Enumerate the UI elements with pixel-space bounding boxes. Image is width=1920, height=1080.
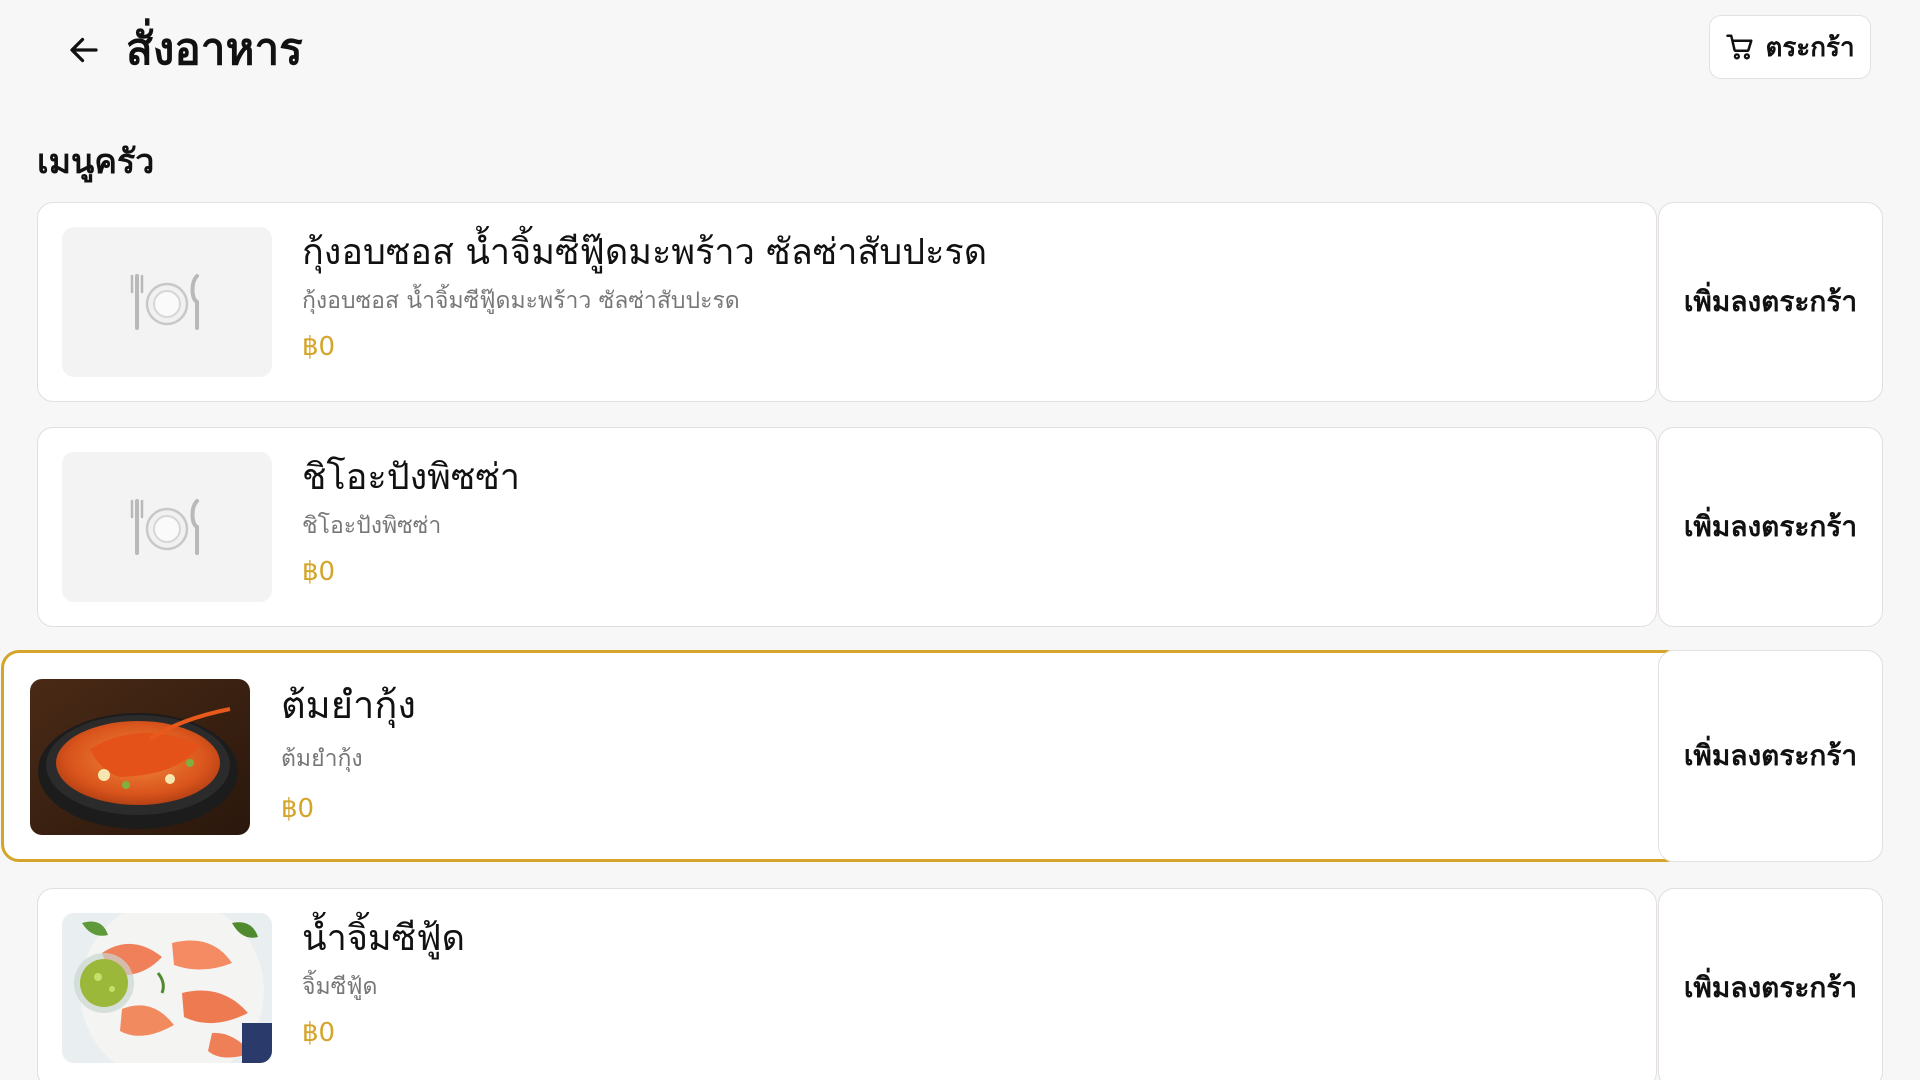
add-to-cart-button[interactable]: เพิ่มลงตระกร้า: [1658, 427, 1883, 627]
item-price: ฿0: [302, 332, 336, 362]
add-to-cart-button[interactable]: เพิ่มลงตระกร้า: [1658, 888, 1883, 1080]
item-description: กุ้งอบซอส น้ำจิ้มซีฟู๊ดมะพร้าว ซัลซ่าสับ…: [302, 288, 740, 314]
plate-placeholder-icon: [130, 274, 199, 330]
item-price: ฿0: [302, 1018, 336, 1048]
item-name: ต้มยำกุ้ง: [281, 683, 416, 727]
item-image-placeholder: [62, 452, 272, 602]
item-price: ฿0: [281, 794, 315, 824]
seafood-dip-photo: [62, 913, 272, 1063]
tom-yum-photo: [30, 679, 250, 835]
item-name: กุ้งอบซอส น้ำจิ้มซีฟู๊ดมะพร้าว ซัลซ่าสับ…: [302, 232, 988, 273]
item-image-placeholder: [62, 227, 272, 377]
order-page: สั่งอาหาร ตระกร้า เมนูครัว กุ้งอบซอส น้ำ…: [0, 0, 1920, 1080]
menu-item-card[interactable]: ชิโอะปังพิซซ่า ชิโอะปังพิซซ่า ฿0: [37, 427, 1657, 627]
menu-item-card-selected[interactable]: ต้มยำกุ้ง ต้มยำกุ้ง ฿0: [1, 650, 1684, 862]
item-name: น้ำจิ้มซีฟู้ด: [302, 918, 465, 959]
seafood-dip-image: [62, 913, 272, 1063]
add-to-cart-button[interactable]: เพิ่มลงตระกร้า: [1658, 650, 1883, 862]
item-description: จิ้มซีฟู้ด: [302, 974, 378, 1000]
menu-item-card[interactable]: กุ้งอบซอส น้ำจิ้มซีฟู๊ดมะพร้าว ซัลซ่าสับ…: [37, 202, 1657, 402]
add-to-cart-button[interactable]: เพิ่มลงตระกร้า: [1658, 202, 1883, 402]
item-name: ชิโอะปังพิซซ่า: [302, 457, 520, 498]
tom-yum-image: [30, 679, 250, 835]
item-description: ต้มยำกุ้ง: [281, 746, 363, 772]
menu-list: กุ้งอบซอส น้ำจิ้มซีฟู๊ดมะพร้าว ซัลซ่าสับ…: [0, 0, 1920, 1080]
menu-item-card[interactable]: น้ำจิ้มซีฟู้ด จิ้มซีฟู้ด ฿0: [37, 888, 1657, 1080]
plate-placeholder-icon: [130, 499, 199, 555]
item-price: ฿0: [302, 557, 336, 587]
item-description: ชิโอะปังพิซซ่า: [302, 513, 442, 539]
